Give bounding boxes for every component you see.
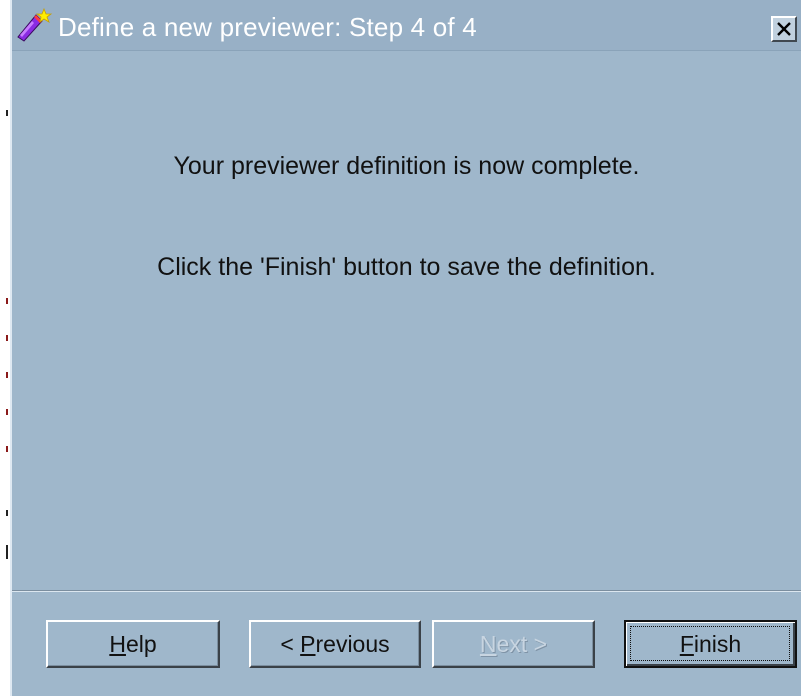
wizard-wand-icon — [14, 7, 54, 43]
help-mnemonic: H — [109, 631, 126, 657]
edge-mark — [6, 510, 8, 516]
edge-mark — [6, 335, 8, 341]
edge-mark — [6, 298, 8, 304]
help-label: elp — [125, 631, 157, 657]
previewer-wizard-dialog: Define a new previewer: Step 4 of 4 Your… — [10, 0, 801, 696]
button-separator — [12, 590, 801, 592]
previous-button[interactable]: < Previous — [249, 620, 421, 668]
next-button[interactable]: Next > — [432, 620, 595, 668]
background-window-edge — [0, 0, 10, 696]
finish-button[interactable]: Finish — [624, 620, 797, 668]
help-button[interactable]: Help — [46, 620, 220, 668]
edge-mark — [6, 409, 8, 415]
previous-label: revious — [315, 631, 390, 657]
close-x-icon — [777, 22, 791, 36]
finish-mnemonic: F — [679, 631, 694, 657]
edge-mark — [6, 372, 8, 378]
completion-message: Your previewer definition is now complet… — [173, 152, 640, 180]
close-button[interactable] — [771, 16, 797, 42]
edge-mark — [6, 545, 8, 559]
previous-arrow: < — [280, 631, 301, 657]
next-label: ext > — [496, 631, 548, 657]
finish-label: inish — [693, 631, 742, 657]
previous-mnemonic: P — [300, 631, 316, 657]
title-bar[interactable]: Define a new previewer: Step 4 of 4 — [12, 0, 801, 51]
edge-mark — [6, 446, 8, 452]
edge-mark — [6, 110, 8, 116]
next-mnemonic: N — [479, 631, 497, 657]
finish-instruction: Click the 'Finish' button to save the de… — [157, 253, 656, 281]
dialog-title: Define a new previewer: Step 4 of 4 — [58, 12, 477, 42]
